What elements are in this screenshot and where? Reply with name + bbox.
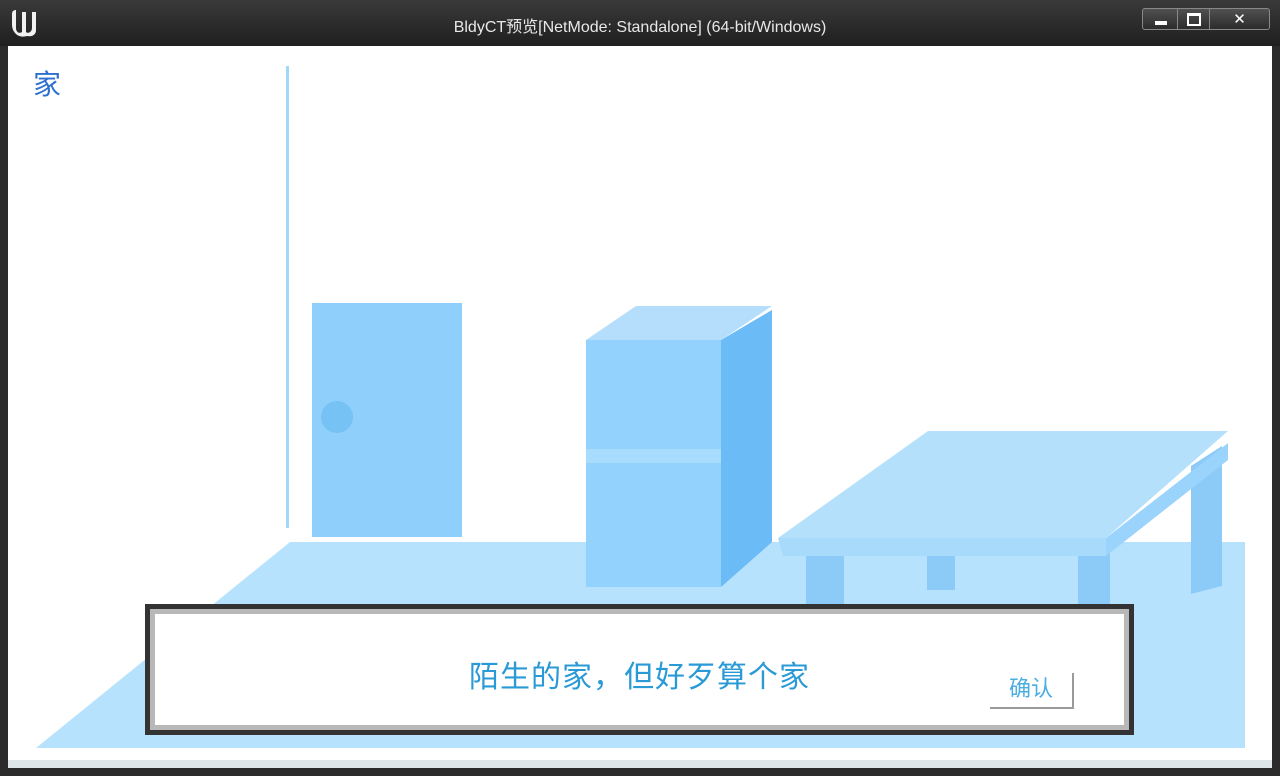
close-button[interactable] xyxy=(1210,8,1270,30)
window-bottom-border xyxy=(8,760,1272,768)
minimize-button[interactable] xyxy=(1142,8,1178,30)
location-label: 家 xyxy=(33,68,62,101)
dialog-panel: 陌生的家，但好歹算个家 确认 xyxy=(155,614,1124,725)
table-top xyxy=(778,431,1228,538)
window-title: BldyCT预览[NetMode: Standalone] (64-bit/Wi… xyxy=(453,19,827,36)
confirm-button[interactable]: 确认 xyxy=(990,673,1074,709)
door-knob xyxy=(321,401,353,433)
fridge-front xyxy=(586,340,721,587)
maximize-button[interactable] xyxy=(1178,8,1210,30)
title-bar[interactable]: BldyCT预览[NetMode: Standalone] (64-bit/Wi… xyxy=(0,0,1280,46)
dialog-message: 陌生的家，但好歹算个家 xyxy=(469,660,810,695)
fridge-divider xyxy=(586,449,721,463)
game-viewport[interactable]: 家 陌生的家，但好歹算个家 确认 xyxy=(8,46,1272,760)
app-window: BldyCT预览[NetMode: Standalone] (64-bit/Wi… xyxy=(0,0,1280,776)
wall-corner-line xyxy=(286,66,289,528)
window-controls xyxy=(1142,8,1270,30)
table-top-front-edge xyxy=(778,538,1106,556)
dialog-box: 陌生的家，但好歹算个家 确认 xyxy=(145,604,1134,735)
fridge-side xyxy=(721,310,772,587)
